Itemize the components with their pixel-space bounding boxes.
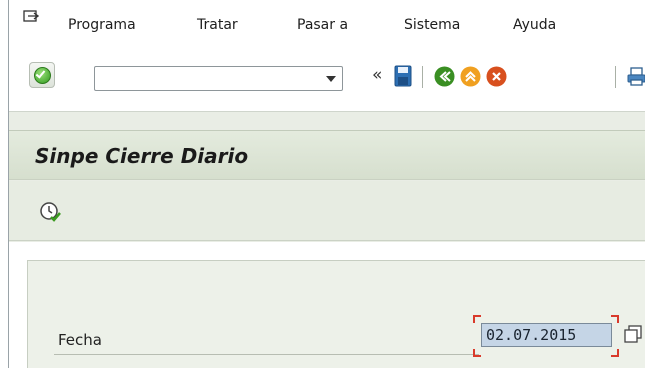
focus-corner: [611, 349, 619, 357]
back-button[interactable]: [434, 66, 455, 87]
save-icon[interactable]: [394, 65, 412, 87]
page-title: Sinpe Cierre Diario: [35, 144, 249, 168]
focus-corner: [473, 349, 481, 357]
menu-programa[interactable]: Programa: [68, 17, 136, 33]
exit-icon: [460, 66, 481, 87]
print-icon[interactable]: [627, 66, 645, 87]
focus-corner: [473, 315, 481, 323]
application-toolbar: [9, 181, 645, 241]
execute-icon[interactable]: [39, 201, 61, 223]
cancel-icon: [486, 66, 507, 87]
toolbar-separator: [422, 66, 423, 88]
cancel-button[interactable]: [486, 66, 507, 87]
enter-button[interactable]: [29, 62, 55, 88]
title-bar: Sinpe Cierre Diario: [9, 130, 645, 180]
sap-window: Programa Tratar Pasar a Sistema Ayuda «: [8, 0, 645, 368]
menu-tratar[interactable]: Tratar: [197, 17, 238, 33]
menu-pasar-a[interactable]: Pasar a: [297, 17, 348, 33]
menu-sistema[interactable]: Sistema: [404, 17, 460, 33]
menu-ayuda[interactable]: Ayuda: [513, 17, 556, 33]
back-icon: [434, 66, 455, 87]
fecha-label: Fecha: [58, 331, 102, 349]
double-left-arrow-icon[interactable]: «: [372, 65, 382, 85]
selection-group: Fecha 02.07.2015: [27, 260, 645, 368]
value-help-icon[interactable]: [624, 325, 642, 343]
focus-corner: [611, 315, 619, 323]
dropdown-arrow-icon[interactable]: [326, 76, 336, 82]
exit-button[interactable]: [460, 66, 481, 87]
menu-exit-icon[interactable]: [23, 10, 39, 24]
menu-bar: Programa Tratar Pasar a Sistema Ayuda: [9, 0, 645, 52]
command-field[interactable]: [94, 66, 343, 91]
fecha-input[interactable]: 02.07.2015: [481, 323, 612, 347]
main-content: Fecha 02.07.2015: [9, 242, 645, 368]
toolbar-separator: [615, 66, 616, 88]
label-underline: [54, 354, 479, 355]
standard-toolbar: «: [9, 52, 645, 112]
